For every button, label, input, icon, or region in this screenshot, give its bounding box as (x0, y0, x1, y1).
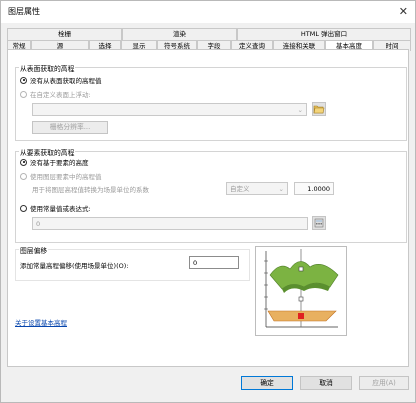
radio-custom-surface-label: 在自定义表面上浮动: (30, 91, 91, 99)
tab-row-upper: 栓栅 渲染 HTML 弹出窗口 (7, 28, 411, 40)
radio-dot (20, 76, 27, 84)
expression-field[interactable]: 0 (32, 217, 308, 230)
about-base-heights-link[interactable]: 关于设置基本高程 (15, 317, 67, 327)
offset-label: 添加常量高程偏移(使用场景单位)(O): (20, 262, 129, 270)
radio-dot (20, 172, 27, 180)
base-height-illustration (255, 246, 347, 336)
expression-builder-button[interactable] (312, 216, 326, 230)
radio-dot (20, 90, 27, 98)
open-folder-button[interactable] (312, 102, 326, 116)
calculator-icon (314, 218, 324, 228)
radio-custom-surface[interactable]: 在自定义表面上浮动: (20, 89, 91, 99)
conversion-factor-field[interactable]: 1.0000 (294, 182, 334, 195)
radio-constant-expression-label: 使用常量值或表达式: (30, 205, 91, 213)
chevron-down-icon: ⌄ (297, 106, 303, 114)
elevation-diagram-icon (264, 249, 339, 328)
radio-no-surface[interactable]: 没有从表面获取的高程值 (20, 75, 102, 85)
offset-value: 0 (193, 259, 198, 267)
tab-render[interactable]: 渲染 (122, 28, 237, 40)
chevron-down-icon: ⌄ (278, 185, 284, 193)
conversion-factor-label: 用于将图层高程值转换为场景单位的系数 (32, 186, 149, 194)
offset-field[interactable]: 0 (189, 256, 239, 269)
base-heights-panel: 从表面获取的高程 没有从表面获取的高程值 在自定义表面上浮动: ⌄ 栅格分辨率.… (7, 49, 409, 367)
title-bar: 图层属性 ✕ (1, 1, 415, 23)
radio-no-feature-height[interactable]: 没有基于要素的高度 (20, 157, 89, 167)
unit-select[interactable]: 自定义 ⌄ (226, 182, 288, 195)
dialog-title: 图层属性 (8, 7, 40, 16)
radio-use-feature-values-label: 使用图层要素中的高程值 (30, 173, 102, 181)
apply-button[interactable]: 应用(A) (359, 376, 409, 390)
radio-constant-expression[interactable]: 使用常量值或表达式: (20, 203, 91, 213)
raster-resolution-button[interactable]: 栅格分辨率... (32, 121, 108, 134)
unit-select-value: 自定义 (230, 185, 250, 193)
radio-dot (20, 204, 27, 212)
radio-no-surface-label: 没有从表面获取的高程值 (30, 77, 102, 85)
tab-html-popup[interactable]: HTML 弹出窗口 (237, 28, 411, 40)
close-icon[interactable]: ✕ (399, 5, 408, 18)
offset-group-title: 图层偏移 (19, 245, 49, 255)
ok-button[interactable]: 确定 (241, 376, 293, 390)
tab-raster[interactable]: 栓栅 (7, 28, 122, 40)
surface-select[interactable]: ⌄ (32, 103, 307, 116)
folder-icon (313, 105, 325, 114)
radio-use-feature-values[interactable]: 使用图层要素中的高程值 (20, 171, 102, 181)
surface-group-title: 从表面获取的高程 (19, 63, 76, 73)
radio-dot (20, 158, 27, 166)
feature-group-title: 从要素获取的高程 (19, 147, 76, 157)
layer-properties-dialog: 图层属性 ✕ 栓栅 渲染 HTML 弹出窗口 常规 源 选择 显示 符号系统 字… (0, 0, 416, 403)
expression-value: 0 (36, 220, 41, 228)
radio-no-feature-height-label: 没有基于要素的高度 (30, 159, 89, 167)
cancel-button[interactable]: 取消 (300, 376, 352, 390)
conversion-factor-value: 1.0000 (307, 185, 330, 193)
